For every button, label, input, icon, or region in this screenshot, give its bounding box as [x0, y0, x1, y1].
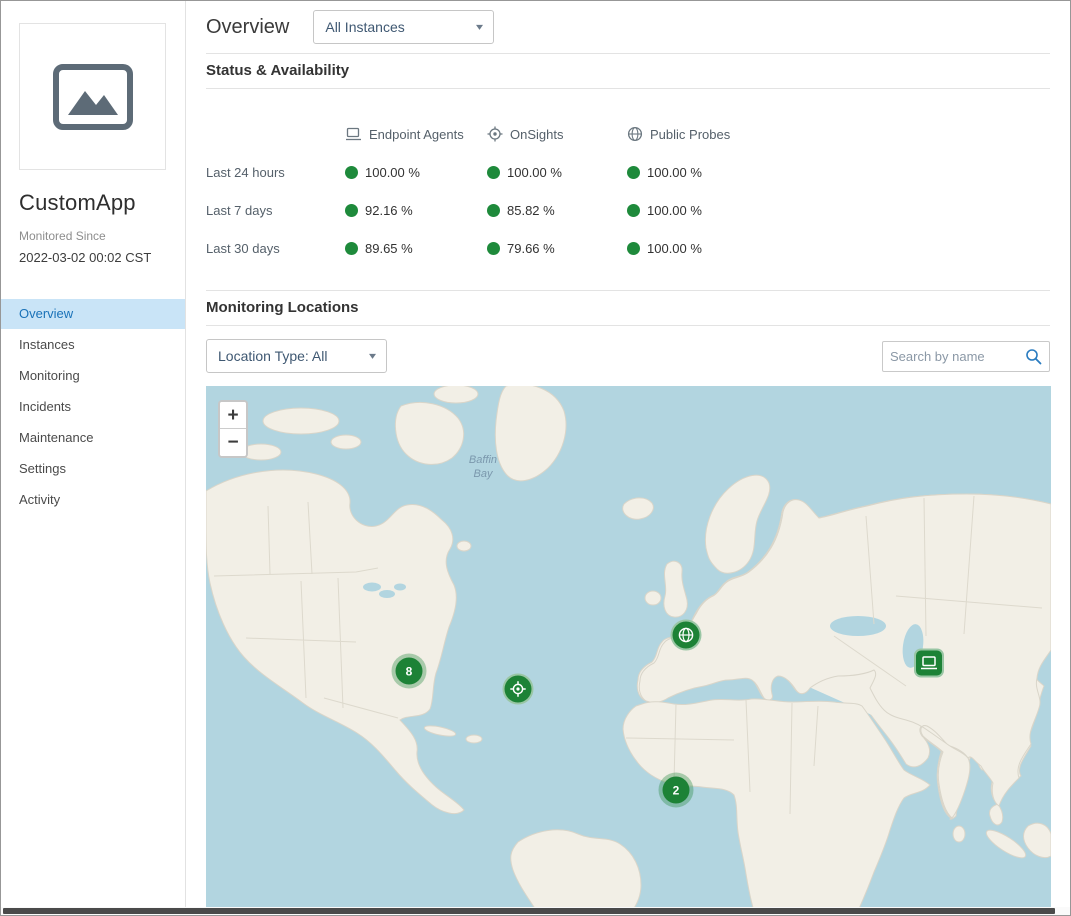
row-label-7d: Last 7 days — [206, 203, 345, 218]
image-icon — [52, 63, 134, 131]
map-cluster-marker[interactable]: 8 — [396, 658, 423, 685]
page-title: Overview — [206, 16, 289, 39]
page-header: Overview All Instances ▾ — [206, 1, 1050, 54]
instance-filter-select[interactable]: All Instances ▾ — [313, 10, 494, 44]
availability-value: 85.82 % — [487, 203, 627, 218]
zoom-in-button[interactable]: + — [220, 402, 246, 429]
chevron-down-icon: ▾ — [476, 22, 483, 33]
status-dot-icon — [345, 166, 358, 179]
status-dot-icon — [627, 166, 640, 179]
laptop-icon — [345, 127, 362, 142]
monitored-since-value: 2022-03-02 00:02 CST — [19, 250, 167, 265]
availability-value: 100.00 % — [627, 241, 1050, 256]
globe-icon — [678, 627, 695, 644]
column-header-endpoint-agents: Endpoint Agents — [345, 114, 487, 154]
status-dot-icon — [627, 242, 640, 255]
app-name: CustomApp — [19, 190, 167, 216]
instance-filter-value: All Instances — [325, 19, 404, 35]
map-public-probe-marker[interactable] — [671, 620, 702, 651]
column-header-onsights: OnSights — [487, 114, 627, 154]
app-image-placeholder — [19, 23, 166, 170]
status-dot-icon — [487, 204, 500, 217]
sidebar-nav: Overview Instances Monitoring Incidents … — [1, 299, 185, 515]
row-label-24h: Last 24 hours — [206, 165, 345, 180]
section-title-availability: Status & Availability — [206, 62, 349, 79]
status-dot-icon — [345, 204, 358, 217]
location-type-select[interactable]: Location Type: All ▾ — [206, 339, 387, 373]
table-corner-cell — [206, 114, 345, 154]
availability-value: 89.65 % — [345, 241, 487, 256]
location-type-value: Location Type: All — [218, 348, 327, 364]
globe-icon — [627, 126, 643, 142]
search-icon[interactable] — [1025, 348, 1042, 365]
map-zoom-control: + − — [218, 400, 248, 458]
map-cluster-marker[interactable]: 2 — [663, 777, 690, 804]
sidebar-item-overview[interactable]: Overview — [1, 299, 185, 329]
section-title-locations: Monitoring Locations — [206, 299, 358, 316]
availability-value: 100.00 % — [627, 203, 1050, 218]
sidebar-item-activity[interactable]: Activity — [1, 485, 185, 515]
sidebar-item-monitoring[interactable]: Monitoring — [1, 361, 185, 391]
sidebar-item-instances[interactable]: Instances — [1, 330, 185, 360]
map-onsight-marker[interactable] — [503, 674, 534, 705]
availability-value: 100.00 % — [627, 165, 1050, 180]
location-search — [882, 341, 1050, 372]
target-icon — [487, 126, 503, 142]
chevron-down-icon: ▾ — [369, 351, 376, 362]
sidebar-item-incidents[interactable]: Incidents — [1, 392, 185, 422]
availability-value: 100.00 % — [487, 165, 627, 180]
laptop-icon — [920, 656, 938, 671]
status-availability-section: Status & Availability Endpoint Agents — [206, 54, 1050, 267]
target-icon — [510, 681, 527, 698]
monitored-since-label: Monitored Since — [19, 229, 167, 243]
main-content: Overview All Instances ▾ Status & Availa… — [186, 1, 1070, 915]
monitoring-locations-section: Monitoring Locations Location Type: All … — [206, 290, 1050, 911]
sidebar-item-settings[interactable]: Settings — [1, 454, 185, 484]
status-dot-icon — [487, 166, 500, 179]
horizontal-scrollbar[interactable] — [1, 907, 1070, 915]
scrollbar-thumb[interactable] — [3, 908, 1055, 914]
app-window: CustomApp Monitored Since 2022-03-02 00:… — [0, 0, 1071, 916]
search-input[interactable] — [890, 349, 1025, 364]
row-label-30d: Last 30 days — [206, 241, 345, 256]
sidebar: CustomApp Monitored Since 2022-03-02 00:… — [1, 1, 186, 915]
availability-table: Endpoint Agents OnSights — [206, 115, 1050, 267]
column-header-public-probes: Public Probes — [627, 114, 1050, 154]
sidebar-item-maintenance[interactable]: Maintenance — [1, 423, 185, 453]
availability-value: 92.16 % — [345, 203, 487, 218]
status-dot-icon — [487, 242, 500, 255]
status-dot-icon — [627, 204, 640, 217]
availability-value: 100.00 % — [345, 165, 487, 180]
availability-value: 79.66 % — [487, 241, 627, 256]
status-dot-icon — [345, 242, 358, 255]
map-endpoint-agent-marker[interactable] — [914, 649, 944, 678]
zoom-out-button[interactable]: − — [220, 429, 246, 456]
world-map[interactable]: + − Baffin Bay 8 — [206, 386, 1051, 911]
